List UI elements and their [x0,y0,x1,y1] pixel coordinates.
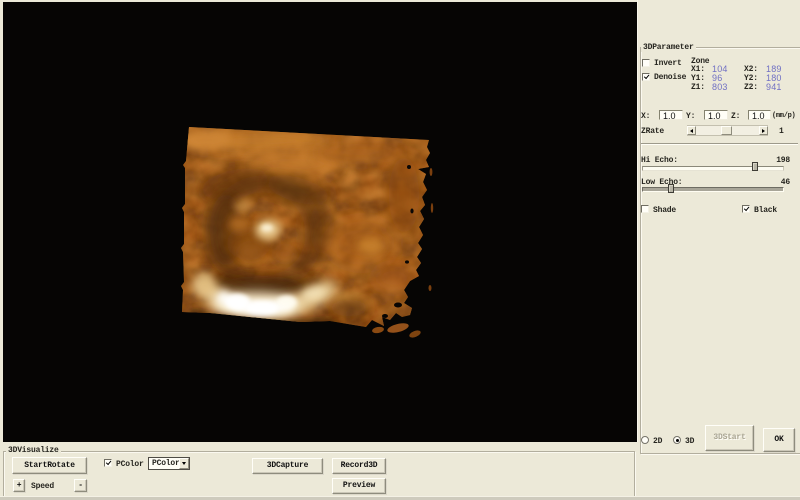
parameter-groupbox [640,47,800,454]
separator-line [641,143,798,145]
hi-echo-value: 198 [760,156,790,165]
scale-z-label: Z: [731,112,740,121]
zone-z1-value: 803 [712,83,728,92]
scale-x-label: X: [641,112,650,121]
scale-unit-label: (mm/p) [772,112,795,121]
arrow-left-icon [688,129,693,133]
denoise-label: Denoise [654,73,686,82]
pcolor-combo-value: PColor [152,459,180,468]
speed-label: Speed [31,482,54,491]
speed-minus-button[interactable]: - [74,479,87,492]
hi-echo-label: Hi Echo: [641,156,678,165]
denoise-checkbox[interactable] [642,73,650,81]
zone-y2-label: Y2: [744,74,758,83]
zone-z2-value: 941 [766,83,782,92]
shade-label: Shade [653,206,676,215]
mode-3d-radio[interactable] [673,436,681,444]
hi-echo-slider-track[interactable] [642,166,784,171]
zone-z2-label: Z2: [744,83,758,92]
pcolor-combo-dropdown-button[interactable] [179,458,189,469]
mode-2d-label: 2D [653,437,662,446]
low-echo-slider-track[interactable] [642,187,784,192]
zrate-value: 1 [779,127,784,136]
app-window: { "right_panel": { "group_title": "3DPar… [0,0,800,500]
zone-x2-label: X2: [744,65,758,74]
ultrasound-render [3,2,637,442]
scale-y-input[interactable]: 1.0 [704,110,728,120]
shade-checkbox[interactable] [641,205,649,213]
arrow-down-icon [182,462,186,467]
arrow-right-icon [762,129,767,133]
check-icon [643,74,648,79]
preview-button[interactable]: Preview [332,478,386,494]
zrate-scroll-thumb[interactable] [721,126,732,135]
check-icon [743,206,748,211]
panel-divider [637,0,638,442]
zone-x1-label: X1: [691,65,705,74]
hi-echo-slider-thumb[interactable] [752,162,758,171]
zone-y1-label: Y1: [691,74,705,83]
pcolor-checkbox[interactable] [104,459,112,467]
low-echo-slider-thumb[interactable] [668,184,674,193]
parameter-group-title: 3DParameter [641,43,696,52]
pcolor-combobox[interactable]: PColor [148,457,190,470]
start-rotate-button[interactable]: StartRotate [12,457,87,474]
low-echo-value: 46 [760,178,790,187]
zrate-label: ZRate [641,127,664,136]
visualize-group-title: 3DVisualize [6,446,61,455]
invert-label: Invert [654,59,682,68]
render-viewport[interactable] [3,2,637,442]
mode-3d-label: 3D [685,437,694,446]
black-checkbox[interactable] [742,205,750,213]
3dstart-button[interactable]: 3DStart [705,425,754,451]
pcolor-label: PColor [116,460,144,469]
mode-2d-radio[interactable] [641,436,649,444]
check-icon [105,460,110,465]
zrate-scroll-right-button[interactable] [759,126,768,135]
invert-checkbox[interactable] [642,59,650,67]
capture-button[interactable]: 3DCapture [252,458,323,474]
record-button[interactable]: Record3D [332,458,386,474]
scale-x-input[interactable]: 1.0 [659,110,683,120]
black-label: Black [754,206,777,215]
low-echo-label: Low Echo: [641,178,682,187]
scale-z-input[interactable]: 1.0 [748,110,771,120]
zrate-scroll-left-button[interactable] [687,126,696,135]
scale-y-label: Y: [686,112,695,121]
speed-plus-button[interactable]: + [13,479,25,492]
radio-dot-icon [676,439,679,442]
zrate-scrollbar[interactable] [687,125,768,136]
ok-button[interactable]: OK [763,428,795,452]
zone-z1-label: Z1: [691,83,705,92]
